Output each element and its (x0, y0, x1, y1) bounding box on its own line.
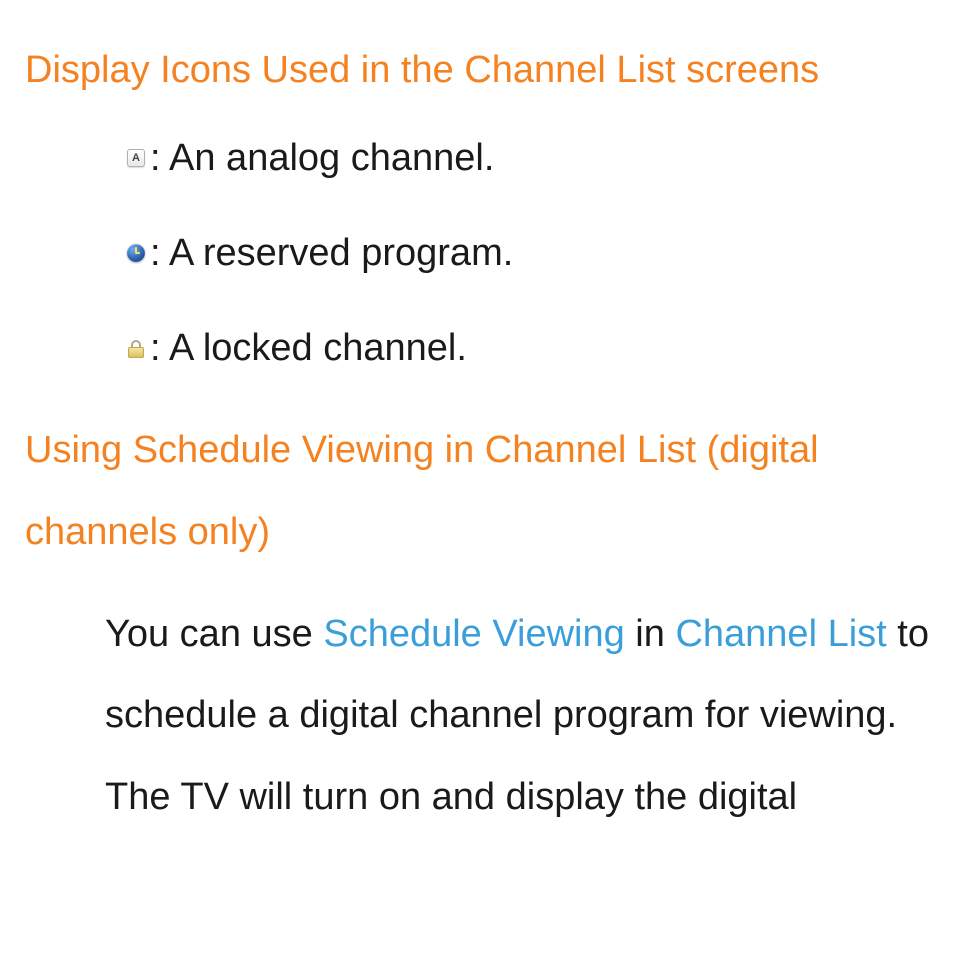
schedule-viewing-term: Schedule Viewing (323, 613, 624, 655)
icon-item-reserved: : A reserved program. (125, 227, 929, 280)
icon-item-text: : A locked channel. (150, 322, 467, 375)
analog-icon: A (125, 149, 147, 167)
icon-definitions-list: A : An analog channel. : A reserved prog… (25, 132, 929, 376)
body-text-fragment: in (625, 613, 676, 655)
clock-icon (125, 244, 147, 262)
body-text-fragment: You can use (105, 613, 323, 655)
section-heading-schedule: Using Schedule Viewing in Channel List (… (25, 410, 929, 573)
icon-item-locked: : A locked channel. (125, 322, 929, 375)
lock-icon (125, 340, 147, 358)
icon-item-text: : An analog channel. (150, 132, 494, 185)
body-paragraph: You can use Schedule Viewing in Channel … (25, 594, 929, 839)
channel-list-term: Channel List (675, 613, 886, 655)
section-heading-icons: Display Icons Used in the Channel List s… (25, 30, 929, 112)
icon-item-analog: A : An analog channel. (125, 132, 929, 185)
icon-item-text: : A reserved program. (150, 227, 513, 280)
